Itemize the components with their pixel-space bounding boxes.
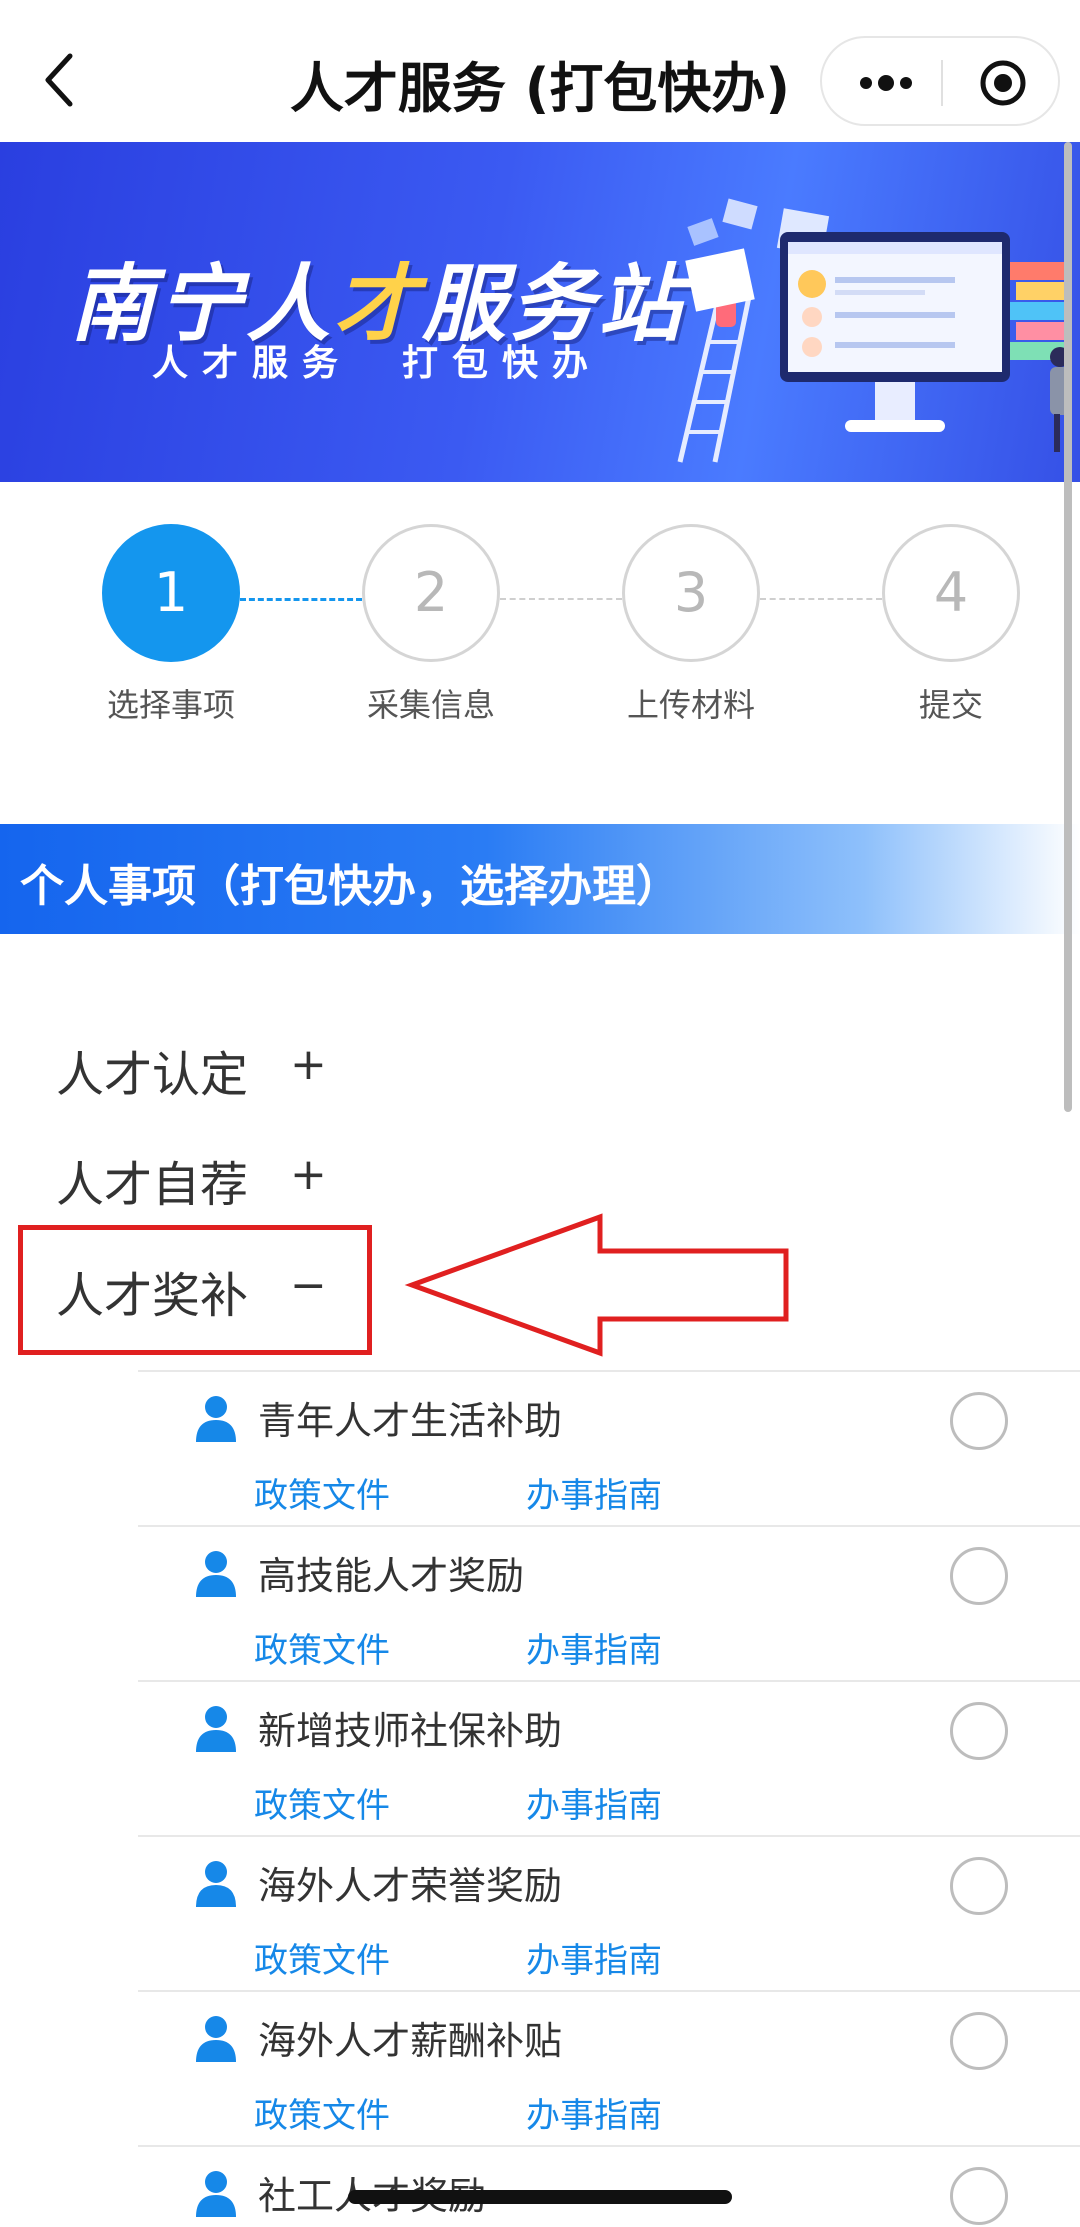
step-4-label: 提交 xyxy=(918,686,983,724)
select-radio[interactable] xyxy=(950,1857,1008,1915)
item-name: 新增技师社保补助 xyxy=(258,1709,563,1753)
list-item: 新增技师社保补助 政策文件 办事指南 xyxy=(138,1680,1080,1835)
list-item: 高技能人才奖励 政策文件 办事指南 xyxy=(138,1525,1080,1680)
step-connector xyxy=(760,598,882,600)
item-name: 海外人才薪酬补贴 xyxy=(258,2019,563,2063)
policy-document-link[interactable]: 政策文件 xyxy=(254,1623,390,1672)
person-icon xyxy=(196,1861,236,1907)
service-guide-link[interactable]: 办事指南 xyxy=(526,1778,662,1827)
person-icon xyxy=(196,1551,236,1597)
list-item: 海外人才荣誉奖励 政策文件 办事指南 xyxy=(138,1835,1080,1990)
hero-banner: 南宁人才服务站 人才服务 打包快办 xyxy=(0,142,1080,482)
step-4-circle: 4 xyxy=(882,524,1020,662)
item-name: 海外人才荣誉奖励 xyxy=(258,1864,563,1908)
list-item: 社工人才奖励 xyxy=(138,2145,1080,2227)
section-title: 个人事项（打包快办，选择办理） xyxy=(20,861,680,912)
person-icon xyxy=(196,2171,236,2217)
capsule-divider xyxy=(941,60,943,106)
policy-document-link[interactable]: 政策文件 xyxy=(254,1933,390,1982)
person-icon xyxy=(196,2016,236,2062)
scrollbar[interactable] xyxy=(1064,142,1072,1112)
category-talent-self-recommend[interactable]: 人才自荐 + xyxy=(56,1145,327,1215)
category-label: 人才自荐 xyxy=(56,1157,249,1213)
home-indicator[interactable] xyxy=(348,2190,732,2204)
policy-document-link[interactable]: 政策文件 xyxy=(254,2088,390,2137)
annotation-arrow-icon xyxy=(404,1213,789,1357)
step-2-circle: 2 xyxy=(362,524,500,662)
service-guide-link[interactable]: 办事指南 xyxy=(526,1468,662,1517)
person-icon xyxy=(196,1396,236,1442)
target-circle-icon[interactable] xyxy=(978,58,1028,108)
step-1-label: 选择事项 xyxy=(106,686,235,724)
mini-program-capsule xyxy=(820,36,1060,126)
section-header: 个人事项（打包快办，选择办理） xyxy=(0,824,1080,934)
navigation-bar: 人才服务 (打包快办) xyxy=(0,0,1080,142)
expand-plus-icon[interactable]: + xyxy=(290,1149,327,1200)
list-item: 海外人才薪酬补贴 政策文件 办事指南 xyxy=(138,1990,1080,2145)
select-radio[interactable] xyxy=(950,1392,1008,1450)
annotation-highlight-box xyxy=(18,1225,372,1355)
person-icon xyxy=(196,1706,236,1752)
step-connector xyxy=(500,598,622,600)
step-1-circle: 1 xyxy=(102,524,240,662)
item-name: 高技能人才奖励 xyxy=(258,1554,525,1598)
category-talent-certification[interactable]: 人才认定 + xyxy=(56,1035,327,1105)
item-name: 青年人才生活补助 xyxy=(258,1399,563,1443)
expand-plus-icon[interactable]: + xyxy=(290,1039,327,1090)
banner-subtitle: 人才服务 打包快办 xyxy=(152,343,603,384)
step-2-label: 采集信息 xyxy=(366,686,495,724)
service-guide-link[interactable]: 办事指南 xyxy=(526,1933,662,1982)
list-item: 青年人才生活补助 政策文件 办事指南 xyxy=(138,1370,1080,1525)
step-3-circle: 3 xyxy=(622,524,760,662)
policy-document-link[interactable]: 政策文件 xyxy=(254,1468,390,1517)
service-guide-link[interactable]: 办事指南 xyxy=(526,1623,662,1672)
step-3-label: 上传材料 xyxy=(626,686,755,724)
progress-steps: 1 选择事项 2 采集信息 3 上传材料 4 提交 xyxy=(0,482,1080,822)
category-label: 人才认定 xyxy=(56,1047,249,1103)
step-connector xyxy=(240,598,362,601)
select-radio[interactable] xyxy=(950,2167,1008,2225)
banner-illustration xyxy=(677,198,1072,463)
select-radio[interactable] xyxy=(950,1547,1008,1605)
more-dots-icon[interactable] xyxy=(856,68,916,98)
service-guide-link[interactable]: 办事指南 xyxy=(526,2088,662,2137)
select-radio[interactable] xyxy=(950,2012,1008,2070)
select-radio[interactable] xyxy=(950,1702,1008,1760)
policy-document-link[interactable]: 政策文件 xyxy=(254,1778,390,1827)
